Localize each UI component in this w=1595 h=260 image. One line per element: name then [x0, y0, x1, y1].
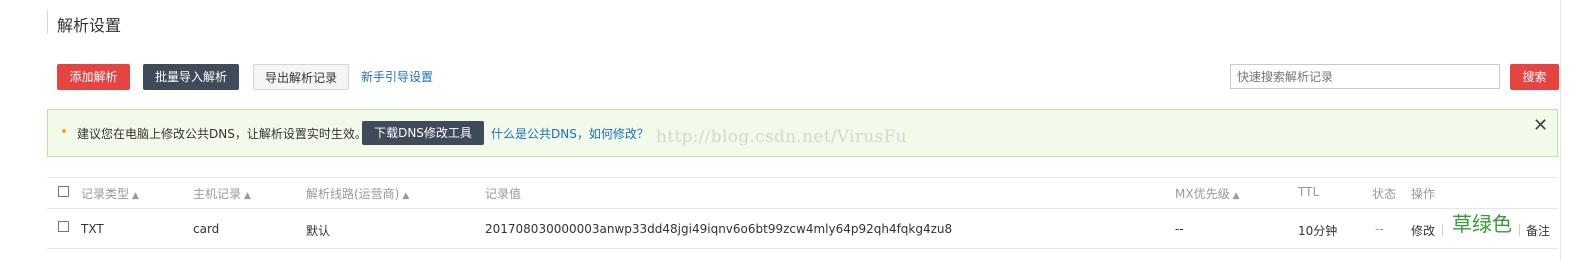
- bullet-icon: [62, 129, 66, 133]
- page-title: 解析设置: [57, 16, 122, 35]
- note-link[interactable]: 备注: [1526, 222, 1550, 239]
- column-header-ttl: TTL: [1298, 185, 1320, 199]
- column-header-line[interactable]: 解析线路(运营商) ▲: [306, 185, 409, 202]
- title-divider: [47, 10, 48, 34]
- host-cell: card: [193, 222, 220, 236]
- table-row-border: [47, 248, 1558, 249]
- right-divider: [1560, 0, 1561, 260]
- guide-settings-link[interactable]: 新手引导设置: [361, 68, 433, 85]
- status-cell: --: [1375, 222, 1384, 236]
- close-icon[interactable]: ✕: [1533, 115, 1548, 136]
- column-header-host[interactable]: 主机记录 ▲: [193, 185, 251, 202]
- sort-icon[interactable]: ▲: [244, 191, 251, 201]
- table-top-border: [47, 177, 1558, 178]
- public-dns-faq-link[interactable]: 什么是公共DNS，如何修改？: [491, 125, 649, 142]
- record-type-cell: TXT: [81, 222, 104, 236]
- edit-link[interactable]: 修改: [1411, 222, 1435, 239]
- search-input[interactable]: [1230, 64, 1500, 89]
- column-header-value: 记录值: [485, 187, 522, 201]
- export-records-button[interactable]: 导出解析记录: [253, 64, 349, 90]
- batch-import-button[interactable]: 批量导入解析: [143, 64, 239, 90]
- search-button[interactable]: 搜索: [1510, 64, 1559, 90]
- row-checkbox[interactable]: [58, 221, 69, 232]
- column-header-type[interactable]: 记录类型 ▲: [81, 185, 139, 202]
- action-separator: [1519, 224, 1520, 236]
- sort-icon[interactable]: ▲: [402, 191, 409, 201]
- table-header-border: [47, 208, 1558, 209]
- column-header-actions: 操作: [1411, 187, 1436, 201]
- sort-icon[interactable]: ▲: [132, 191, 139, 201]
- add-record-button[interactable]: 添加解析: [57, 64, 130, 90]
- watermark: http://blog.csdn.net/VirusFu: [656, 127, 907, 147]
- notice-text: 建议您在电脑上修改公共DNS，让解析设置实时生效。: [77, 127, 367, 141]
- green-overlay-text: 草绿色: [1452, 212, 1512, 236]
- column-header-status: 状态: [1372, 187, 1397, 201]
- select-all-checkbox[interactable]: [58, 186, 69, 197]
- action-separator: [1442, 224, 1443, 236]
- line-cell: 默认: [306, 224, 331, 238]
- record-value-cell: 201708030000003anwp33dd48jgi49iqnv6o6bt9…: [485, 222, 953, 236]
- mx-cell: --: [1175, 222, 1184, 236]
- sort-icon[interactable]: ▲: [1233, 191, 1240, 201]
- ttl-cell: 10分钟: [1298, 224, 1338, 238]
- download-dns-tool-button[interactable]: 下载DNS修改工具: [362, 121, 484, 145]
- column-header-mx[interactable]: MX优先级 ▲: [1175, 185, 1240, 202]
